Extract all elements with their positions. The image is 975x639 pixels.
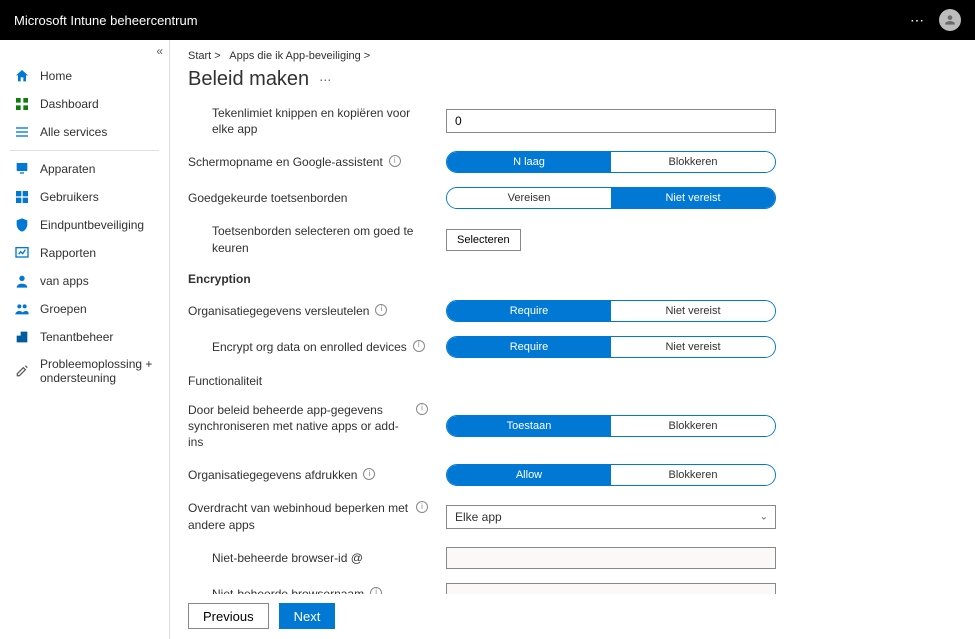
reports-icon <box>14 245 30 261</box>
print-org-label: Organisatiegegevens afdrukken i <box>188 467 428 483</box>
encrypt-org-require[interactable]: Require <box>447 301 611 321</box>
sidebar-item-reports[interactable]: Rapporten <box>0 239 169 267</box>
sync-native-toggle[interactable]: Toestaan Blokkeren <box>446 415 776 437</box>
sidebar-item-users[interactable]: Gebruikers <box>0 183 169 211</box>
groups-icon <box>14 301 30 317</box>
encrypt-org-not-required[interactable]: Niet vereist <box>611 301 775 321</box>
encrypt-enrolled-require[interactable]: Require <box>447 337 611 357</box>
devices-icon <box>14 161 30 177</box>
sidebar-item-dashboard[interactable]: Dashboard <box>0 90 169 118</box>
info-icon[interactable]: i <box>413 340 425 352</box>
approved-keyboards-require[interactable]: Vereisen <box>447 188 611 208</box>
char-limit-input[interactable] <box>446 109 776 133</box>
print-org-block[interactable]: Blokkeren <box>611 465 775 485</box>
sidebar: « Home Dashboard Alle services Apparaten <box>0 40 170 639</box>
info-icon[interactable]: i <box>416 501 428 513</box>
page-more-icon[interactable]: ⋯ <box>319 73 331 87</box>
breadcrumb-app-protection[interactable]: Apps die ik App-beveiliging > <box>229 50 370 62</box>
info-icon[interactable]: i <box>375 304 387 316</box>
apps-icon <box>14 189 30 205</box>
unmanaged-browser-id-label: Niet-beheerde browser-id @ <box>188 550 428 566</box>
sidebar-label: Alle services <box>40 125 107 139</box>
previous-button[interactable]: Previous <box>188 603 269 629</box>
sidebar-separator <box>10 150 159 151</box>
sidebar-item-devices[interactable]: Apparaten <box>0 155 169 183</box>
wizard-footer: Previous Next <box>170 594 975 639</box>
sidebar-label: Apparaten <box>40 162 95 176</box>
section-encryption: Encryption <box>188 272 955 286</box>
form-area: Tekenlimiet knippen en kopiëren voor elk… <box>188 105 955 639</box>
encrypt-org-label: Organisatiegegevens versleutelen i <box>188 303 428 319</box>
sidebar-label: Tenantbeheer <box>40 330 113 344</box>
main-content: Start > Apps die ik App-beveiliging > Be… <box>170 40 975 639</box>
screen-capture-block[interactable]: Blokkeren <box>611 152 775 172</box>
next-button[interactable]: Next <box>279 603 336 629</box>
approved-keyboards-not-required[interactable]: Niet vereist <box>611 188 775 208</box>
sidebar-label: Groepen <box>40 302 87 316</box>
users-icon <box>14 273 30 289</box>
sidebar-label: Dashboard <box>40 97 99 111</box>
sidebar-item-all-services[interactable]: Alle services <box>0 118 169 146</box>
all-services-icon <box>14 124 30 140</box>
sidebar-label: Home <box>40 69 72 83</box>
shield-icon <box>14 217 30 233</box>
top-bar: Microsoft Intune beheercentrum ⋯ <box>0 0 975 40</box>
sidebar-label: van apps <box>40 274 89 288</box>
dashboard-icon <box>14 96 30 112</box>
breadcrumb-home[interactable]: Start > <box>188 50 221 62</box>
info-icon[interactable]: i <box>363 468 375 480</box>
approved-keyboards-label: Goedgekeurde toetsenborden <box>188 190 428 206</box>
page-title: Beleid maken <box>188 68 309 91</box>
sidebar-item-home[interactable]: Home <box>0 62 169 90</box>
sidebar-label: Rapporten <box>40 246 96 260</box>
user-avatar[interactable] <box>939 9 961 31</box>
encrypt-enrolled-toggle[interactable]: Require Niet vereist <box>446 336 776 358</box>
restrict-web-label: Overdracht van webinhoud beperken met an… <box>188 500 428 532</box>
sync-native-block[interactable]: Blokkeren <box>611 416 775 436</box>
tenant-icon <box>14 329 30 345</box>
sync-native-allow[interactable]: Toestaan <box>447 416 611 436</box>
sidebar-label: Gebruikers <box>40 190 99 204</box>
sidebar-item-tenant-admin[interactable]: Tenantbeheer <box>0 323 169 351</box>
char-limit-label: Tekenlimiet knippen en kopiëren voor elk… <box>188 105 428 137</box>
sidebar-item-apps[interactable]: van apps <box>0 267 169 295</box>
info-icon[interactable]: i <box>389 155 401 167</box>
sync-native-label: Door beleid beheerde app-gegevens synchr… <box>188 402 428 451</box>
sidebar-item-troubleshooting[interactable]: Probleemoplossing + ondersteuning <box>0 351 169 391</box>
breadcrumb: Start > Apps die ik App-beveiliging > <box>188 50 955 62</box>
restrict-web-select[interactable]: Elke app <box>446 505 776 529</box>
unmanaged-browser-id-input[interactable] <box>446 547 776 569</box>
home-icon <box>14 68 30 84</box>
collapse-sidebar-icon[interactable]: « <box>156 44 163 58</box>
encrypt-enrolled-not-required[interactable]: Niet vereist <box>611 337 775 357</box>
info-icon[interactable]: i <box>416 403 428 415</box>
section-functionality: Functionaliteit <box>188 374 955 388</box>
more-icon[interactable]: ⋯ <box>910 12 925 29</box>
select-keyboards-label: Toetsenborden selecteren om goed te keur… <box>188 223 428 255</box>
sidebar-label: Eindpuntbeveiliging <box>40 218 144 232</box>
sidebar-label: Probleemoplossing + ondersteuning <box>40 357 159 385</box>
encrypt-enrolled-label: Encrypt org data on enrolled devices i <box>188 339 428 355</box>
screen-capture-allow[interactable]: N laag <box>447 152 611 172</box>
print-org-toggle[interactable]: Allow Blokkeren <box>446 464 776 486</box>
tools-icon <box>14 363 30 379</box>
screen-capture-toggle[interactable]: N laag Blokkeren <box>446 151 776 173</box>
app-title: Microsoft Intune beheercentrum <box>14 13 198 28</box>
encrypt-org-toggle[interactable]: Require Niet vereist <box>446 300 776 322</box>
sidebar-item-endpoint-security[interactable]: Eindpuntbeveiliging <box>0 211 169 239</box>
print-org-allow[interactable]: Allow <box>447 465 611 485</box>
screen-capture-label: Schermopname en Google-assistent i <box>188 154 428 170</box>
select-keyboards-button[interactable]: Selecteren <box>446 229 521 251</box>
approved-keyboards-toggle[interactable]: Vereisen Niet vereist <box>446 187 776 209</box>
sidebar-item-groups[interactable]: Groepen <box>0 295 169 323</box>
